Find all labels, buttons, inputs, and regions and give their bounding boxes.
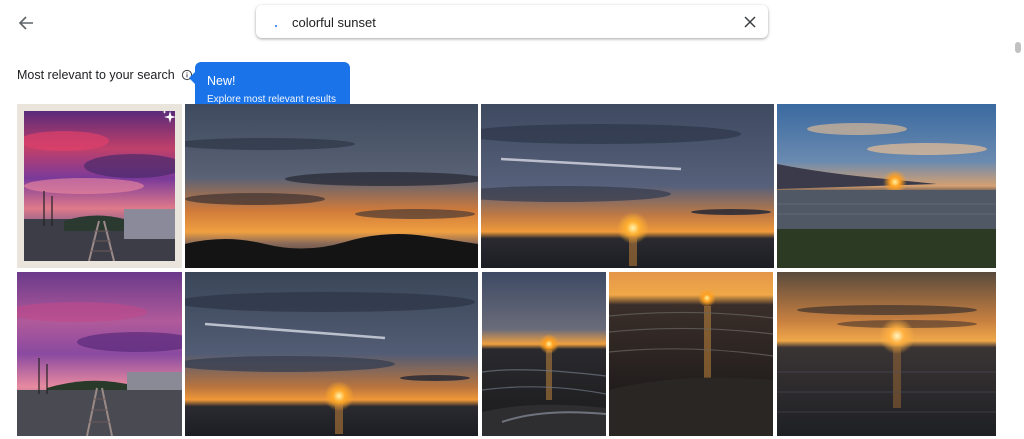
sea-sunset-image bbox=[777, 272, 996, 436]
photo-island-sunset-sea[interactable] bbox=[777, 104, 996, 268]
beach-sunset-image bbox=[482, 272, 606, 436]
close-icon bbox=[744, 16, 756, 28]
section-title-text: Most relevant to your search bbox=[17, 68, 175, 82]
photo-sea-sunset-orange[interactable] bbox=[777, 272, 996, 436]
coast-sunset-image bbox=[185, 104, 478, 268]
section-heading: Most relevant to your search bbox=[17, 68, 193, 82]
sparkle-icon bbox=[162, 110, 176, 123]
search-input[interactable] bbox=[292, 11, 732, 33]
scrollbar[interactable] bbox=[1014, 40, 1024, 439]
beach-reflection-image bbox=[609, 272, 773, 436]
photo-ocean-sunset-contrail-2[interactable] bbox=[185, 272, 478, 436]
ocean-sunset-image-2 bbox=[185, 272, 478, 436]
arrow-left-icon bbox=[18, 16, 33, 30]
stylized-sunset-image bbox=[24, 111, 175, 261]
railway-sunset-image bbox=[17, 272, 182, 436]
photo-beach-sunset-waves[interactable] bbox=[482, 272, 606, 436]
ocean-sunset-image bbox=[481, 104, 774, 268]
island-sunset-image bbox=[777, 104, 996, 268]
clear-search-button[interactable] bbox=[740, 12, 760, 32]
search-loading-icon bbox=[274, 24, 278, 28]
search-bar bbox=[256, 5, 768, 38]
photo-railway-sunset-purple[interactable] bbox=[17, 272, 182, 436]
scrollbar-thumb[interactable] bbox=[1015, 42, 1021, 53]
back-button[interactable] bbox=[12, 9, 40, 37]
photo-stylized-railway-sunset[interactable] bbox=[17, 104, 182, 268]
tooltip-title: New! bbox=[207, 74, 236, 88]
photo-beach-sunset-reflection[interactable] bbox=[609, 272, 773, 436]
photo-ocean-sunset-contrail[interactable] bbox=[481, 104, 774, 268]
photo-coast-sunset-clouds[interactable] bbox=[185, 104, 478, 268]
